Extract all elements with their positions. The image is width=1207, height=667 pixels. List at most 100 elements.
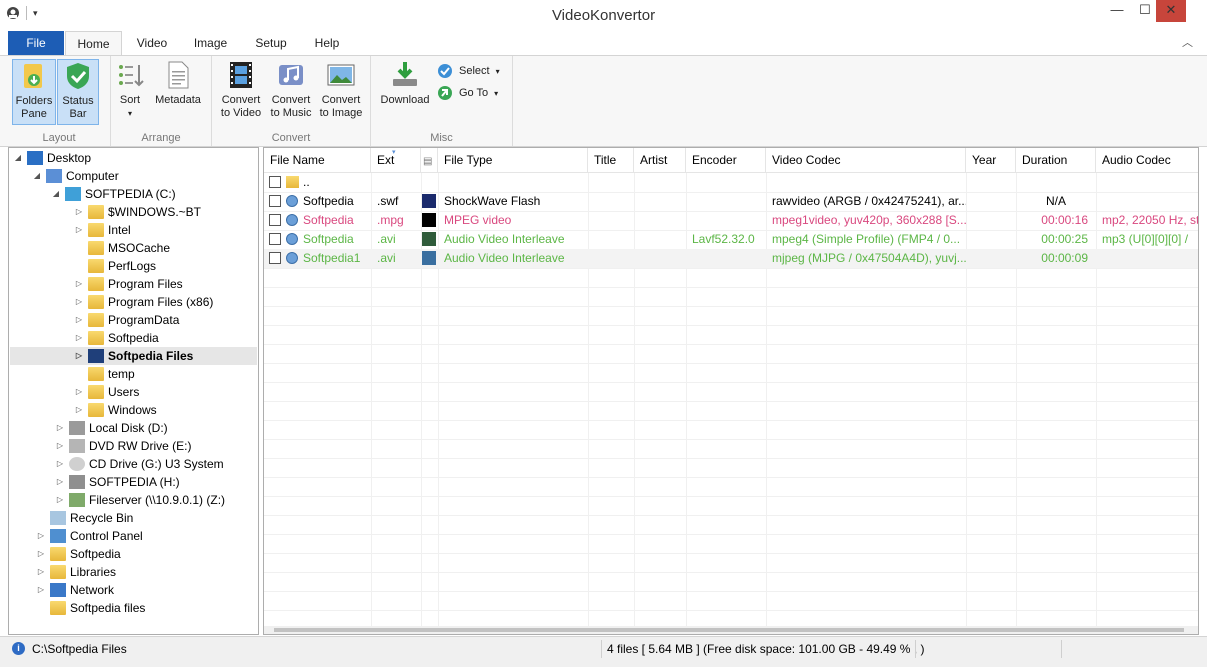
expand-icon[interactable]: ▷ xyxy=(55,455,65,473)
tree-item-folder[interactable]: Softpedia files xyxy=(36,599,145,617)
column-header-audio-codec[interactable]: Audio Codec xyxy=(1096,148,1198,173)
tree-item-selected[interactable]: ▷ Softpedia Files xyxy=(10,347,257,365)
column-header-file-name[interactable]: File Name xyxy=(264,148,371,173)
collapse-icon[interactable]: ◢ xyxy=(13,149,23,167)
tree-item-recycle-bin[interactable]: Recycle Bin xyxy=(36,509,133,527)
expand-icon[interactable]: ▷ xyxy=(74,203,84,221)
column-header-file-type[interactable]: File Type xyxy=(438,148,588,173)
tree-item-desktop[interactable]: ◢ Desktop xyxy=(13,149,91,167)
expand-icon[interactable]: ▷ xyxy=(55,419,65,437)
parent-folder-row[interactable]: .. xyxy=(264,173,1198,192)
tree-item-label: Control Panel xyxy=(70,529,143,543)
expand-icon[interactable]: ▷ xyxy=(55,491,65,509)
table-row[interactable]: Softpedia .avi Audio Video Interleave La… xyxy=(264,230,1198,249)
tree-item-libraries[interactable]: ▷ Libraries xyxy=(36,563,116,581)
expand-icon[interactable]: ▷ xyxy=(55,473,65,491)
column-header-thumbnail[interactable]: ▤ xyxy=(421,148,438,173)
tab-video[interactable]: Video xyxy=(127,31,177,55)
tree-item-folder[interactable]: ▷ ProgramData xyxy=(74,311,179,329)
file-list[interactable]: File Name Ext ▤ File Type Title Artist E… xyxy=(263,147,1199,635)
tree-item-folder[interactable]: temp xyxy=(74,365,135,383)
status-bar-button[interactable]: Status Bar xyxy=(57,59,99,125)
column-header-ext[interactable]: Ext xyxy=(371,148,421,173)
tree-item-drive[interactable]: ▷ Local Disk (D:) xyxy=(55,419,168,437)
parent-folder-label: .. xyxy=(303,175,310,189)
expand-icon[interactable]: ▷ xyxy=(36,581,46,599)
table-row[interactable]: Softpedia .swf ShockWave Flash rawvideo … xyxy=(264,192,1198,211)
sort-button[interactable]: Sort ▾ xyxy=(115,59,145,120)
tree-item-drive[interactable]: ▷ CD Drive (G:) U3 System xyxy=(55,455,224,473)
tree-item-folder[interactable]: ▷ Program Files (x86) xyxy=(74,293,213,311)
collapse-icon[interactable]: ◢ xyxy=(32,167,42,185)
tree-item-folder[interactable]: ▷ Windows xyxy=(74,401,157,419)
tree-item-computer[interactable]: ◢ Computer xyxy=(32,167,119,185)
tree-item-drive[interactable]: ▷ SOFTPEDIA (H:) xyxy=(55,473,180,491)
expand-icon[interactable]: ▷ xyxy=(74,221,84,239)
scrollbar-thumb[interactable] xyxy=(274,628,1184,632)
expand-icon[interactable]: ▷ xyxy=(74,383,84,401)
group-layout: Folders Pane Status Bar Layout xyxy=(8,56,111,146)
tree-item-network[interactable]: ▷ Network xyxy=(36,581,114,599)
tree-item-folder[interactable]: ▷ Users xyxy=(74,383,139,401)
group-label-layout: Layout xyxy=(42,132,76,144)
convert-to-video-button[interactable]: Convert to Video xyxy=(217,59,265,120)
select-button[interactable]: Select ▾ xyxy=(437,63,500,79)
table-row[interactable]: Softpedia .mpg MPEG video mpeg1video, yu… xyxy=(264,211,1198,230)
folders-pane-button[interactable]: Folders Pane xyxy=(12,59,56,125)
horizontal-scrollbar[interactable] xyxy=(264,626,1198,634)
tab-image[interactable]: Image xyxy=(183,31,238,55)
tab-home[interactable]: Home xyxy=(65,31,122,56)
row-checkbox[interactable] xyxy=(269,252,281,264)
row-checkbox[interactable] xyxy=(269,195,281,207)
column-header-title[interactable]: Title xyxy=(588,148,634,173)
expand-icon[interactable]: ▷ xyxy=(74,329,84,347)
convert-to-image-button[interactable]: Convert to Image xyxy=(316,59,366,120)
row-checkbox[interactable] xyxy=(269,233,281,245)
tree-item-control-panel[interactable]: ▷ Control Panel xyxy=(36,527,143,545)
convert-to-image-label-2: to Image xyxy=(319,107,363,119)
tree-item-folder[interactable]: PerfLogs xyxy=(74,257,156,275)
expand-icon[interactable]: ▷ xyxy=(74,275,84,293)
expand-icon[interactable]: ▷ xyxy=(36,563,46,581)
column-header-year[interactable]: Year xyxy=(966,148,1016,173)
expand-icon[interactable]: ▷ xyxy=(74,311,84,329)
minimize-button[interactable]: — xyxy=(1102,0,1132,22)
close-button[interactable]: ✕ xyxy=(1156,0,1186,22)
expand-icon[interactable]: ▷ xyxy=(74,401,84,419)
row-checkbox[interactable] xyxy=(269,214,281,226)
collapse-icon[interactable]: ◢ xyxy=(51,185,61,203)
table-row[interactable]: Softpedia1 .avi Audio Video Interleave m… xyxy=(264,249,1198,268)
convert-to-music-button[interactable]: Convert to Music xyxy=(266,59,316,120)
tab-help[interactable]: Help xyxy=(305,31,349,55)
tree-item-folder[interactable]: ▷ $WINDOWS.~BT xyxy=(74,203,201,221)
tree-item-folder[interactable]: ▷ Softpedia xyxy=(74,329,159,347)
cell-duration: 00:00:09 xyxy=(1041,251,1088,265)
column-header-encoder[interactable]: Encoder xyxy=(686,148,766,173)
row-checkbox[interactable] xyxy=(269,176,281,188)
tree-item-drive[interactable]: ▷ Fileserver (\\10.9.0.1) (Z:) xyxy=(55,491,225,509)
tree-item-folder[interactable]: MSOCache xyxy=(74,239,170,257)
ribbon-collapse-icon[interactable]: ︿ xyxy=(1182,34,1193,50)
expand-icon[interactable]: ▷ xyxy=(36,545,46,563)
tree-item-folder[interactable]: ▷ Program Files xyxy=(74,275,183,293)
tab-setup[interactable]: Setup xyxy=(245,31,297,55)
column-header-duration[interactable]: Duration xyxy=(1016,148,1096,173)
tree-item-drive-c[interactable]: ◢ SOFTPEDIA (C:) xyxy=(51,185,176,203)
column-header-artist[interactable]: Artist xyxy=(634,148,686,173)
tree-item-folder[interactable]: ▷ Softpedia xyxy=(36,545,121,563)
download-button[interactable]: Download xyxy=(375,59,435,107)
tree-item-drive[interactable]: ▷ DVD RW Drive (E:) xyxy=(55,437,191,455)
expand-icon[interactable]: ▷ xyxy=(74,347,84,365)
tab-file[interactable]: File xyxy=(8,31,64,55)
column-header-video-codec[interactable]: Video Codec xyxy=(766,148,966,173)
expand-icon[interactable]: ▷ xyxy=(55,437,65,455)
cell-duration: 00:00:16 xyxy=(1041,213,1088,227)
goto-button[interactable]: Go To ▾ xyxy=(437,85,498,101)
tree-item-folder[interactable]: ▷ Intel xyxy=(74,221,131,239)
expand-icon[interactable]: ▷ xyxy=(74,293,84,311)
cell-encoder xyxy=(686,249,766,268)
metadata-button[interactable]: Metadata xyxy=(151,59,205,107)
cell-ext: .mpg xyxy=(377,213,404,227)
folder-tree[interactable]: ◢ Desktop ◢ Computer ◢ SOFTPEDIA (C:) ▷ $WIN… xyxy=(8,147,259,635)
expand-icon[interactable]: ▷ xyxy=(36,527,46,545)
